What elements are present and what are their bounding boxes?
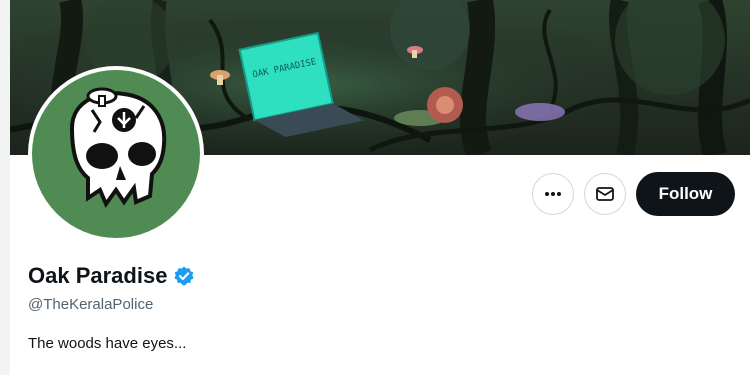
profile-actions: Follow [532,172,735,216]
profile-handle: @TheKeralaPolice [28,296,154,313]
follow-button[interactable]: Follow [636,172,735,216]
left-rail [0,0,10,375]
skull-icon [69,87,167,209]
profile-card: OAK PARADISE Follow Oak Paradise @TheKer… [0,0,750,375]
profile-avatar[interactable] [28,66,204,242]
profile-bio: The woods have eyes... [28,335,187,352]
message-button[interactable] [584,173,626,215]
more-horizontal-icon [545,192,561,196]
verified-badge-icon[interactable] [173,265,195,287]
profile-name-row: Oak Paradise [28,262,195,290]
profile-display-name: Oak Paradise [28,263,168,288]
more-options-button[interactable] [532,173,574,215]
envelope-icon [596,187,614,201]
